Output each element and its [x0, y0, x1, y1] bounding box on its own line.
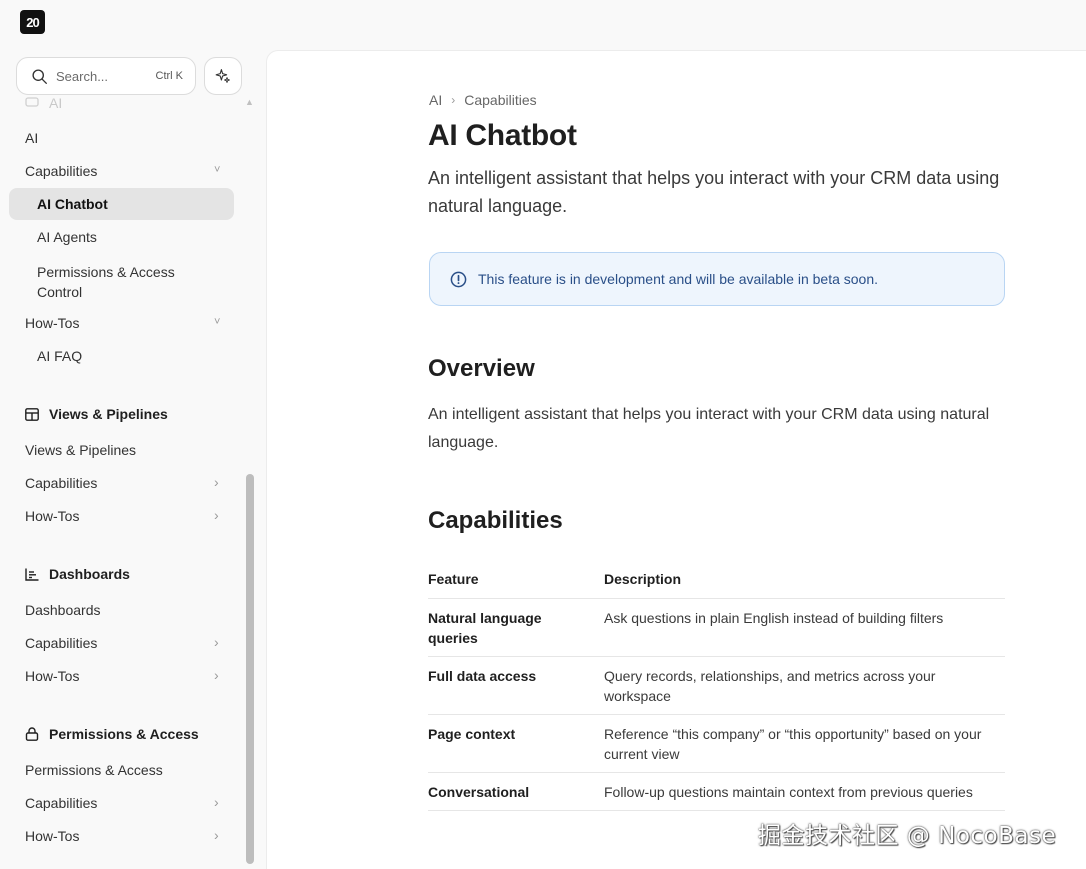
column-header-feature: Feature	[428, 571, 479, 587]
chevron-down-icon[interactable]: ˅	[214, 164, 220, 176]
description-cell: Ask questions in plain English instead o…	[604, 610, 944, 626]
sidebar-item-capabilities[interactable]: Capabilities	[25, 795, 97, 811]
sidebar-item-capabilities[interactable]: Capabilities	[25, 475, 97, 491]
capabilities-table: Feature Description Natural language que…	[428, 567, 1005, 811]
page-title: AI Chatbot	[428, 119, 577, 152]
sidebar-item-dashboards[interactable]: Dashboards	[25, 602, 101, 618]
sidebar-item-ai-faq[interactable]: AI FAQ	[37, 348, 82, 364]
sidebar-item-how-tos[interactable]: How-Tos	[25, 508, 79, 524]
chart-icon	[25, 568, 39, 581]
chevron-right-icon[interactable]: ›	[214, 667, 219, 683]
table-row: Natural language queries Ask questions i…	[428, 599, 1005, 657]
callout-text: This feature is in development and will …	[478, 271, 879, 287]
sidebar-item-how-tos[interactable]: How-Tos	[25, 828, 79, 844]
sidebar-nav: AI AI Capabilities ˅ AI Chatbot AI Agent…	[0, 95, 242, 869]
table-icon	[25, 407, 39, 421]
sidebar-item-how-tos[interactable]: How-Tos	[25, 315, 79, 331]
chevron-right-icon[interactable]: ›	[214, 474, 219, 490]
section-title: Permissions & Access	[49, 726, 199, 742]
robot-icon	[25, 97, 39, 107]
watermark: 掘金技术社区 @ NocoBase	[758, 823, 1057, 849]
sidebar-item-how-tos[interactable]: How-Tos	[25, 668, 79, 684]
breadcrumb-separator: ›	[451, 93, 456, 107]
sidebar-item-ai[interactable]: AI	[25, 130, 38, 146]
description-cell: Query records, relationships, and metric…	[604, 668, 936, 704]
table-row: Page context Reference “this company” or…	[428, 715, 1005, 773]
search-icon	[32, 68, 47, 84]
section-dashboards: Dashboards	[25, 566, 130, 582]
description-cell: Reference “this company” or “this opport…	[604, 726, 982, 762]
feature-cell: Natural language queries	[428, 610, 542, 646]
main-content: AI › Capabilities AI Chatbot An intellig…	[266, 50, 1086, 869]
column-header-description: Description	[604, 571, 682, 587]
sidebar-item-capabilities[interactable]: Capabilities	[25, 635, 97, 651]
chevron-right-icon[interactable]: ›	[214, 634, 219, 650]
feature-cell: Page context	[428, 726, 516, 742]
sidebar-item-views-pipelines[interactable]: Views & Pipelines	[25, 442, 136, 458]
chevron-right-icon[interactable]: ›	[214, 827, 219, 843]
ai-assistant-button[interactable]	[204, 57, 242, 95]
section-title: Dashboards	[49, 566, 130, 582]
sidebar-item-ai-faded[interactable]: AI	[49, 95, 62, 111]
description-cell: Follow-up questions maintain context fro…	[604, 784, 973, 800]
section-views-pipelines: Views & Pipelines	[25, 406, 168, 422]
lock-icon	[25, 727, 39, 741]
info-icon	[450, 271, 467, 287]
breadcrumb: AI › Capabilities	[429, 92, 537, 108]
info-callout: This feature is in development and will …	[429, 252, 1005, 306]
table-row: Full data access Query records, relation…	[428, 657, 1005, 715]
sidebar-item-permissions-access[interactable]: Permissions & Access	[25, 762, 163, 778]
chevron-right-icon[interactable]: ›	[214, 507, 219, 523]
scroll-up-arrow[interactable]: ▲	[245, 97, 254, 107]
sparkle-icon	[215, 69, 230, 83]
breadcrumb-item-capabilities[interactable]: Capabilities	[464, 92, 536, 108]
sidebar-item-ai-agents[interactable]: AI Agents	[37, 229, 97, 245]
search-placeholder: Search...	[56, 68, 109, 84]
overview-text: An intelligent assistant that helps you …	[428, 406, 990, 451]
search-shortcut: Ctrl K	[155, 70, 184, 82]
sidebar-item-ai-chatbot[interactable]: AI Chatbot	[37, 196, 108, 212]
chevron-down-icon[interactable]: ˅	[214, 316, 220, 328]
chevron-right-icon[interactable]: ›	[214, 794, 219, 810]
feature-cell: Full data access	[428, 668, 537, 684]
table-header-row: Feature Description	[428, 567, 1005, 599]
logo[interactable]: 20	[20, 10, 45, 34]
capabilities-heading: Capabilities	[428, 507, 563, 534]
sidebar-item-capabilities[interactable]: Capabilities	[25, 163, 97, 179]
page-lead: An intelligent assistant that helps you …	[428, 168, 1000, 216]
feature-cell: Conversational	[428, 784, 530, 800]
table-row: Conversational Follow-up questions maint…	[428, 773, 1005, 811]
overview-heading: Overview	[428, 355, 535, 382]
section-title: Views & Pipelines	[49, 406, 168, 422]
search-input[interactable]: Search... Ctrl K	[16, 57, 196, 95]
section-permissions-access: Permissions & Access	[25, 726, 199, 742]
sidebar-scrollbar[interactable]	[246, 474, 254, 864]
sidebar: 20 Search... Ctrl K AI AI Capabilities ˅…	[0, 0, 266, 869]
breadcrumb-item-ai[interactable]: AI	[429, 92, 442, 108]
sidebar-item-permissions-access-control[interactable]: Permissions & Access Control	[37, 262, 207, 302]
